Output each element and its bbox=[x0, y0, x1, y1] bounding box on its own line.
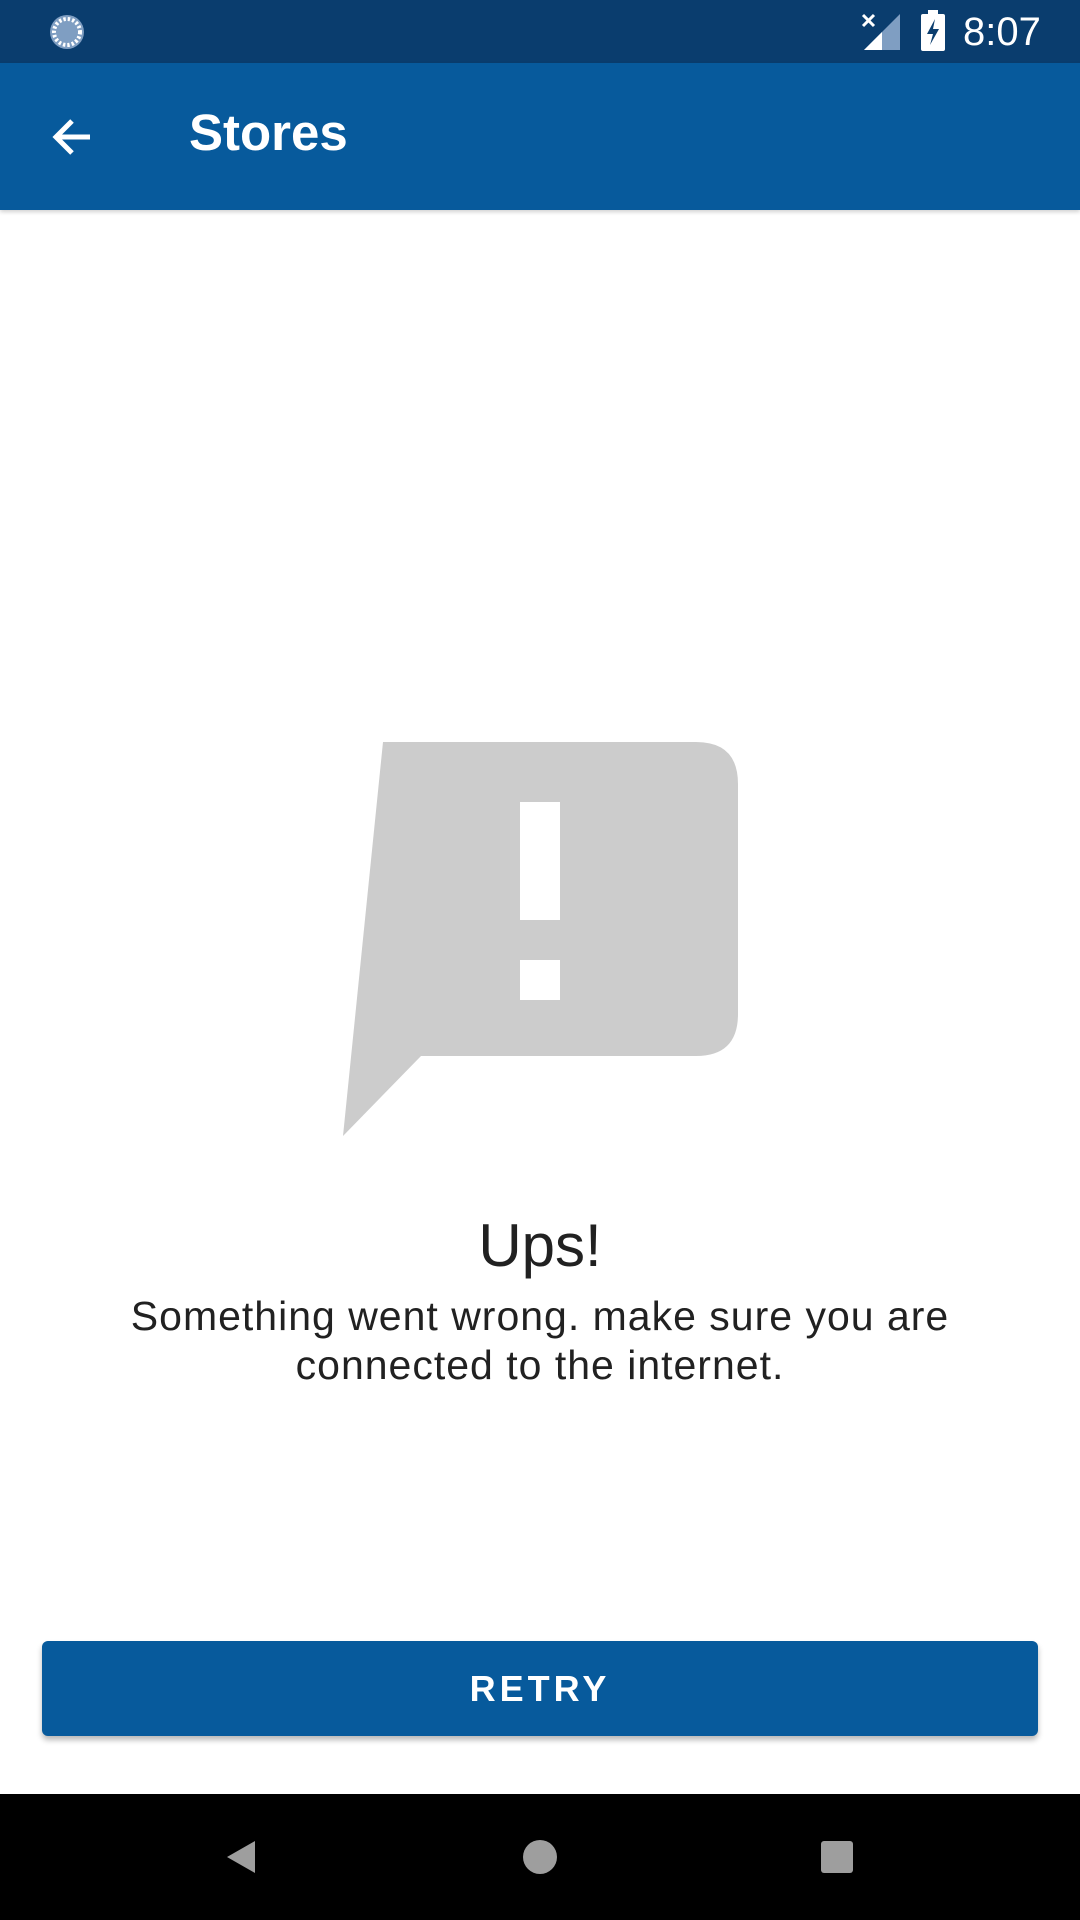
recents-square-icon bbox=[821, 1841, 853, 1873]
back-button[interactable] bbox=[24, 89, 120, 185]
stores-error-screen: 8:07 Stores Ups! Something went wrong. m… bbox=[0, 0, 1080, 1920]
sync-icon bbox=[50, 15, 84, 49]
nav-recents-button[interactable] bbox=[797, 1817, 877, 1897]
page-title: Stores bbox=[189, 104, 348, 161]
retry-button[interactable]: RETRY bbox=[42, 1641, 1038, 1736]
home-circle-icon bbox=[523, 1840, 557, 1874]
feedback-exclamation-icon bbox=[343, 742, 738, 1136]
nav-home-button[interactable] bbox=[500, 1817, 580, 1897]
error-message: Something went wrong. make sure you are … bbox=[130, 1293, 950, 1388]
status-time: 8:07 bbox=[963, 10, 1041, 54]
signal-no-data-icon bbox=[861, 13, 900, 50]
status-bar: 8:07 bbox=[0, 0, 1080, 63]
back-triangle-icon bbox=[227, 1841, 255, 1873]
app-bar: Stores bbox=[0, 63, 1080, 210]
retry-button-label: RETRY bbox=[469, 1667, 611, 1709]
battery-charging-icon bbox=[921, 10, 945, 51]
error-title: Ups! bbox=[478, 1212, 602, 1279]
arrow-back-icon bbox=[52, 119, 90, 155]
system-nav-bar bbox=[0, 1794, 1080, 1920]
nav-back-button[interactable] bbox=[201, 1817, 281, 1897]
